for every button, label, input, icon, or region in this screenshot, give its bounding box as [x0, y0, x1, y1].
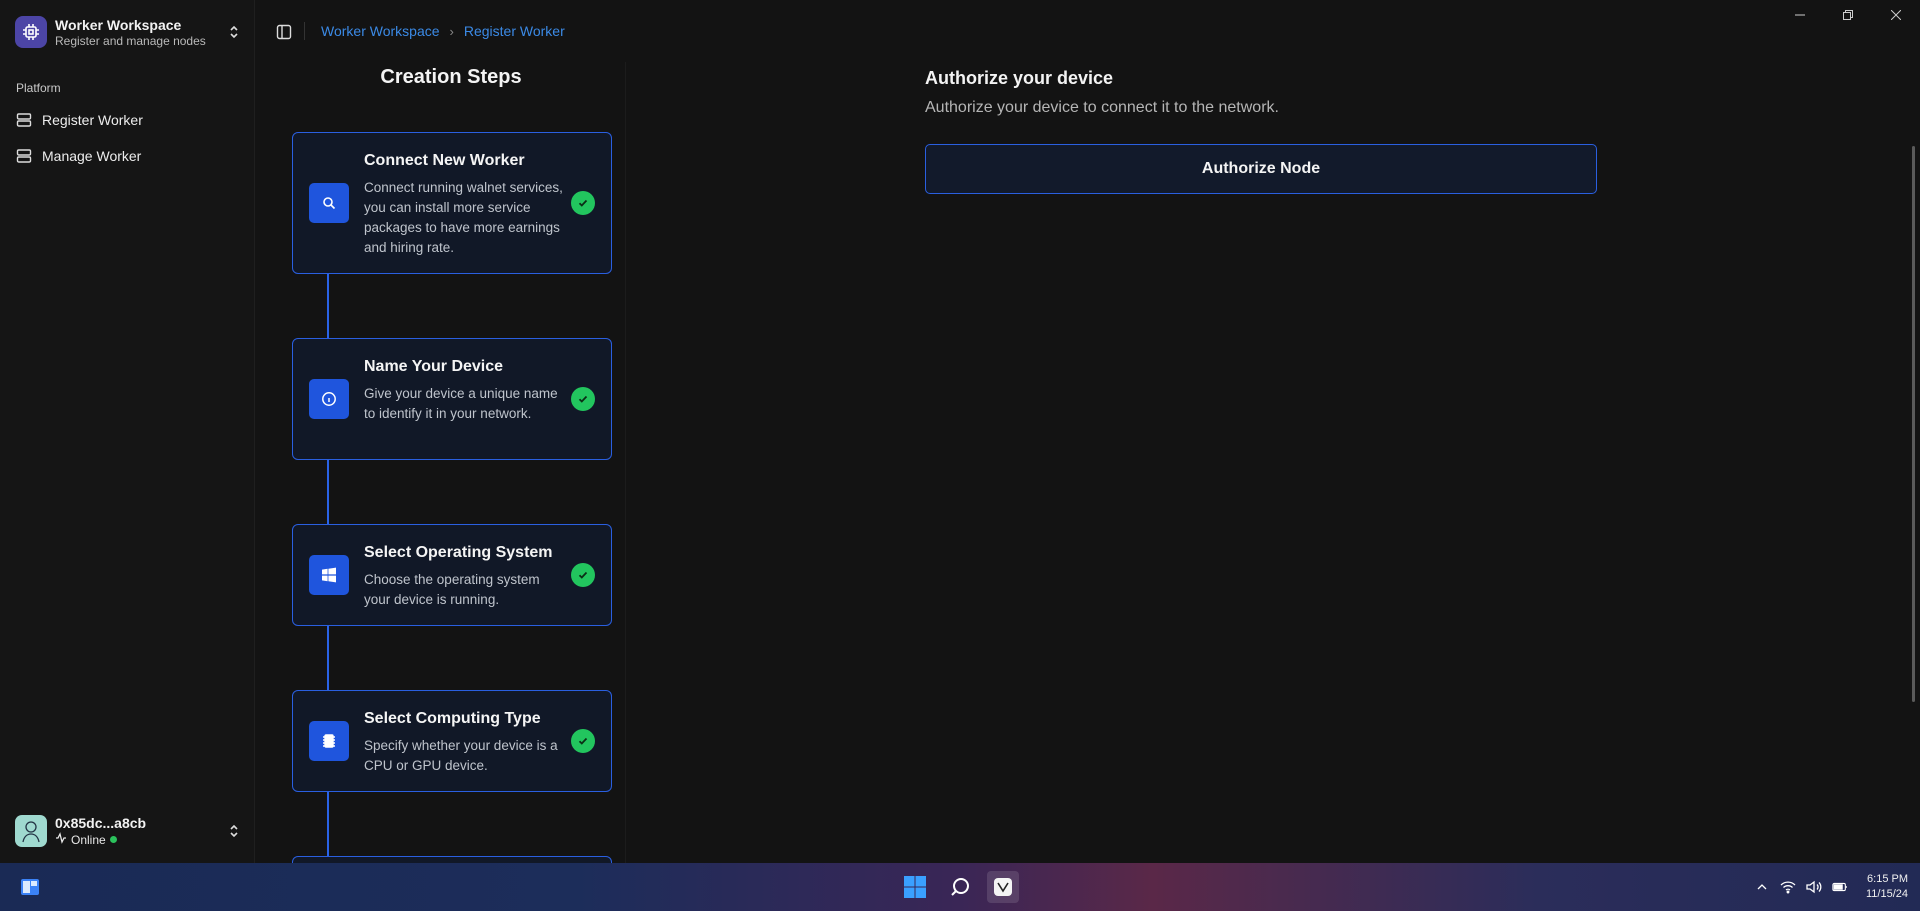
taskbar: 6:15 PM 11/15/24: [0, 863, 1920, 911]
step-title: Select Operating System: [364, 544, 553, 561]
chevrons-up-down-icon: [226, 22, 242, 42]
divider: [304, 22, 305, 40]
chevron-right-icon: ›: [449, 23, 454, 39]
step-card-select-os[interactable]: Select Operating System Choose the opera…: [292, 524, 612, 626]
creation-steps-panel: Creation Steps Connect New Worker Connec…: [256, 62, 626, 863]
sidebar: Worker Workspace Register and manage nod…: [0, 0, 255, 863]
step-card-connect-worker[interactable]: Connect New Worker Connect running walne…: [292, 132, 612, 274]
scrollbar[interactable]: [1912, 146, 1915, 702]
steps-title: Creation Steps: [380, 66, 522, 88]
start-icon[interactable]: [899, 871, 931, 903]
cpu-logo-icon: [15, 16, 47, 48]
header: Worker Workspace › Register Worker: [256, 0, 1920, 62]
app-window: Worker Workspace Register and manage nod…: [0, 0, 1920, 863]
battery-icon[interactable]: [1832, 879, 1848, 895]
user-address: 0x85dc...a8cb: [55, 814, 147, 831]
avatar: [15, 815, 47, 847]
sidebar-item-manage-worker[interactable]: Manage Worker: [10, 141, 246, 171]
search-icon: [309, 183, 349, 223]
minimize-icon[interactable]: [1776, 0, 1824, 30]
online-dot: [109, 836, 117, 843]
step-description: Choose the operating system your device …: [364, 572, 540, 607]
close-icon[interactable]: [1872, 0, 1920, 30]
clock[interactable]: 6:15 PM 11/15/24: [1866, 872, 1908, 902]
windows-icon: [309, 555, 349, 595]
check-icon: [571, 729, 595, 753]
workspace-switcher[interactable]: Worker Workspace Register and manage nod…: [10, 10, 246, 54]
info-icon: [309, 379, 349, 419]
chip-icon: [309, 721, 349, 761]
widgets-icon[interactable]: [14, 871, 46, 903]
step-description: Specify whether your device is a CPU or …: [364, 738, 558, 773]
check-icon: [571, 191, 595, 215]
breadcrumb-current[interactable]: Register Worker: [464, 23, 565, 39]
restore-icon[interactable]: [1824, 0, 1872, 30]
user-status-label: Online: [71, 832, 106, 847]
step-title: Name Your Device: [364, 358, 504, 375]
clock-date: 11/15/24: [1865, 888, 1908, 900]
authorize-node-button[interactable]: Authorize Node: [925, 144, 1597, 194]
page-title: Authorize your device: [925, 68, 1114, 88]
user-status: Online: [55, 831, 226, 848]
volume-icon[interactable]: [1806, 879, 1822, 895]
window-controls: [1776, 0, 1920, 30]
clock-time: 6:15 PM: [1867, 873, 1908, 885]
activity-icon: [55, 831, 67, 848]
step-card-partial[interactable]: [292, 856, 612, 863]
search-icon[interactable]: [944, 871, 976, 903]
breadcrumb-root[interactable]: Worker Workspace: [321, 23, 440, 39]
worker-app-taskbar-icon[interactable]: [987, 871, 1019, 903]
sidebar-item-label: Register Worker: [42, 112, 143, 128]
step-description: Give your device a unique name to identi…: [364, 386, 558, 421]
wifi-icon[interactable]: [1780, 879, 1796, 895]
step-title: Select Computing Type: [364, 710, 541, 727]
system-tray: 6:15 PM 11/15/24: [1754, 863, 1908, 911]
step-card-name-device[interactable]: Name Your Device Give your device a uniq…: [292, 338, 612, 460]
section-label-platform: Platform: [16, 81, 61, 95]
workspace-subtitle: Register and manage nodes: [55, 33, 206, 48]
server-icon: [15, 147, 33, 165]
sidebar-toggle-icon[interactable]: [274, 22, 294, 42]
check-icon: [571, 563, 595, 587]
main-content: Authorize your device Authorize your dev…: [627, 62, 1920, 863]
sidebar-item-label: Manage Worker: [42, 148, 142, 164]
chevrons-up-down-icon: [226, 821, 242, 841]
step-title: Connect New Worker: [364, 152, 525, 169]
step-card-computing-type[interactable]: Select Computing Type Specify whether yo…: [292, 690, 612, 792]
user-menu[interactable]: 0x85dc...a8cb Online: [10, 810, 246, 852]
sidebar-item-register-worker[interactable]: Register Worker: [10, 105, 246, 135]
step-description: Connect running walnet services, you can…: [364, 180, 563, 255]
check-icon: [571, 387, 595, 411]
chevron-up-icon[interactable]: [1754, 879, 1770, 895]
page-subtitle: Authorize your device to connect it to t…: [925, 99, 1279, 116]
workspace-title: Worker Workspace: [55, 16, 182, 33]
server-icon: [15, 111, 33, 129]
breadcrumb: Worker Workspace › Register Worker: [321, 23, 565, 39]
